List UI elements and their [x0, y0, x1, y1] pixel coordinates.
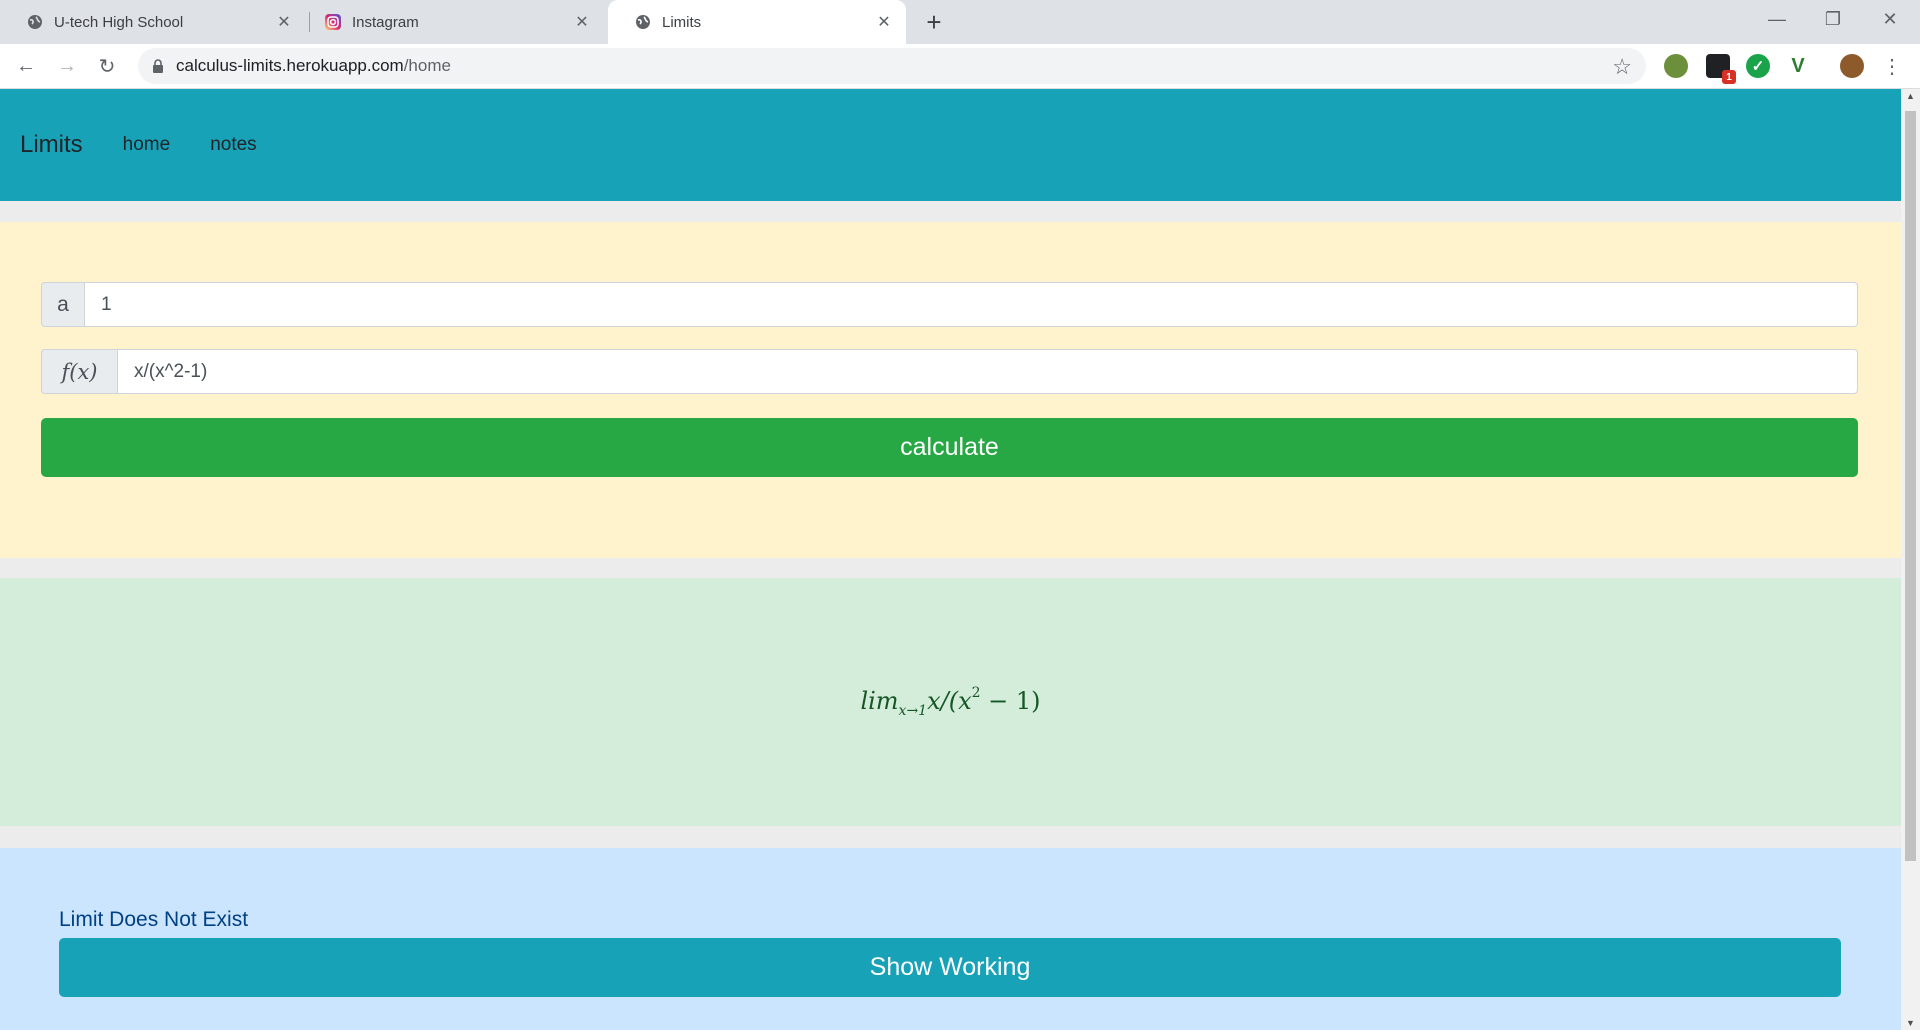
url-path: /home: [403, 56, 451, 75]
fx-label: f(x): [41, 349, 117, 394]
address-bar[interactable]: calculus-limits.herokuapp.com/home ☆: [138, 48, 1646, 84]
expr-body: x/(x: [927, 687, 972, 715]
url-text: calculus-limits.herokuapp.com/home: [176, 56, 451, 76]
back-icon[interactable]: ←: [12, 52, 40, 80]
fx-input-group: f(x) x/(x^2-1): [41, 349, 1858, 394]
extension-badge: 1: [1722, 70, 1736, 84]
a-input-group: a 1: [41, 282, 1858, 327]
lim-subscript: x→1: [898, 703, 928, 719]
a-label: a: [41, 282, 84, 327]
browser-tabstrip: U-tech High School ✕ Instagram ✕ Limits …: [0, 0, 1920, 44]
tab-instagram[interactable]: Instagram ✕: [298, 0, 604, 44]
tab-utech[interactable]: U-tech High School ✕: [0, 0, 306, 44]
instagram-icon: [324, 13, 342, 31]
fx-input[interactable]: x/(x^2-1): [117, 349, 1858, 394]
check-extension-icon[interactable]: ✓: [1746, 54, 1770, 78]
site-navbar: Limits home notes: [0, 89, 1901, 201]
calculate-button[interactable]: calculate: [41, 418, 1858, 477]
close-icon[interactable]: ✕: [572, 12, 592, 32]
result-panel: Limit Does Not Exist Show Working: [0, 848, 1901, 1030]
show-working-button[interactable]: Show Working: [59, 938, 1841, 997]
tab-title: Limits: [662, 13, 702, 31]
expression-panel: limx→1x/(x2 − 1): [0, 578, 1901, 826]
extension-icon[interactable]: 1: [1706, 54, 1736, 84]
scroll-up-icon[interactable]: ▲: [1905, 91, 1916, 101]
brand-link[interactable]: Limits: [20, 131, 83, 159]
nav-link-home[interactable]: home: [123, 134, 171, 156]
nav-link-notes[interactable]: notes: [210, 134, 256, 156]
scroll-down-icon[interactable]: ▼: [1905, 1018, 1916, 1028]
a-input[interactable]: 1: [84, 282, 1858, 327]
scrollbar-thumb[interactable]: [1905, 111, 1916, 861]
v-extension-icon[interactable]: V: [1786, 54, 1810, 78]
window-close-icon[interactable]: ✕: [1870, 4, 1910, 34]
menu-kebab-icon[interactable]: ⋮: [1880, 54, 1904, 78]
expr-tail: − 1): [980, 687, 1041, 715]
reload-icon[interactable]: ↻: [93, 52, 121, 80]
lim-text: lim: [860, 687, 899, 715]
result-text: Limit Does Not Exist: [59, 908, 249, 931]
tab-title: Instagram: [352, 13, 419, 31]
close-icon[interactable]: ✕: [874, 12, 894, 32]
page-content: Limits home notes a 1 f(x) x/(x^2-1) cal…: [0, 89, 1901, 1030]
forward-icon[interactable]: →: [53, 52, 81, 80]
limit-expression: limx→1x/(x2 − 1): [860, 685, 1040, 719]
extension-icon[interactable]: [1664, 54, 1688, 78]
close-icon[interactable]: ✕: [274, 12, 294, 32]
browser-toolbar: ← → ↻ calculus-limits.herokuapp.com/home…: [0, 44, 1920, 89]
globe-icon: [26, 13, 44, 31]
page-scrollbar[interactable]: ▲ ▼: [1901, 89, 1920, 1030]
restore-icon[interactable]: ❐: [1813, 4, 1853, 34]
tab-title: U-tech High School: [54, 13, 184, 31]
globe-icon: [634, 13, 652, 31]
expr-power: 2: [971, 685, 981, 701]
profile-avatar[interactable]: [1840, 54, 1864, 78]
url-host: calculus-limits.herokuapp.com: [176, 56, 404, 75]
lock-icon: [153, 59, 163, 73]
tab-limits[interactable]: Limits ✕: [608, 0, 906, 44]
minimize-icon[interactable]: —: [1757, 4, 1797, 34]
input-panel: a 1 f(x) x/(x^2-1) calculate: [0, 222, 1901, 558]
new-tab-button[interactable]: +: [920, 7, 948, 37]
bookmark-star-icon[interactable]: ☆: [1612, 54, 1632, 80]
